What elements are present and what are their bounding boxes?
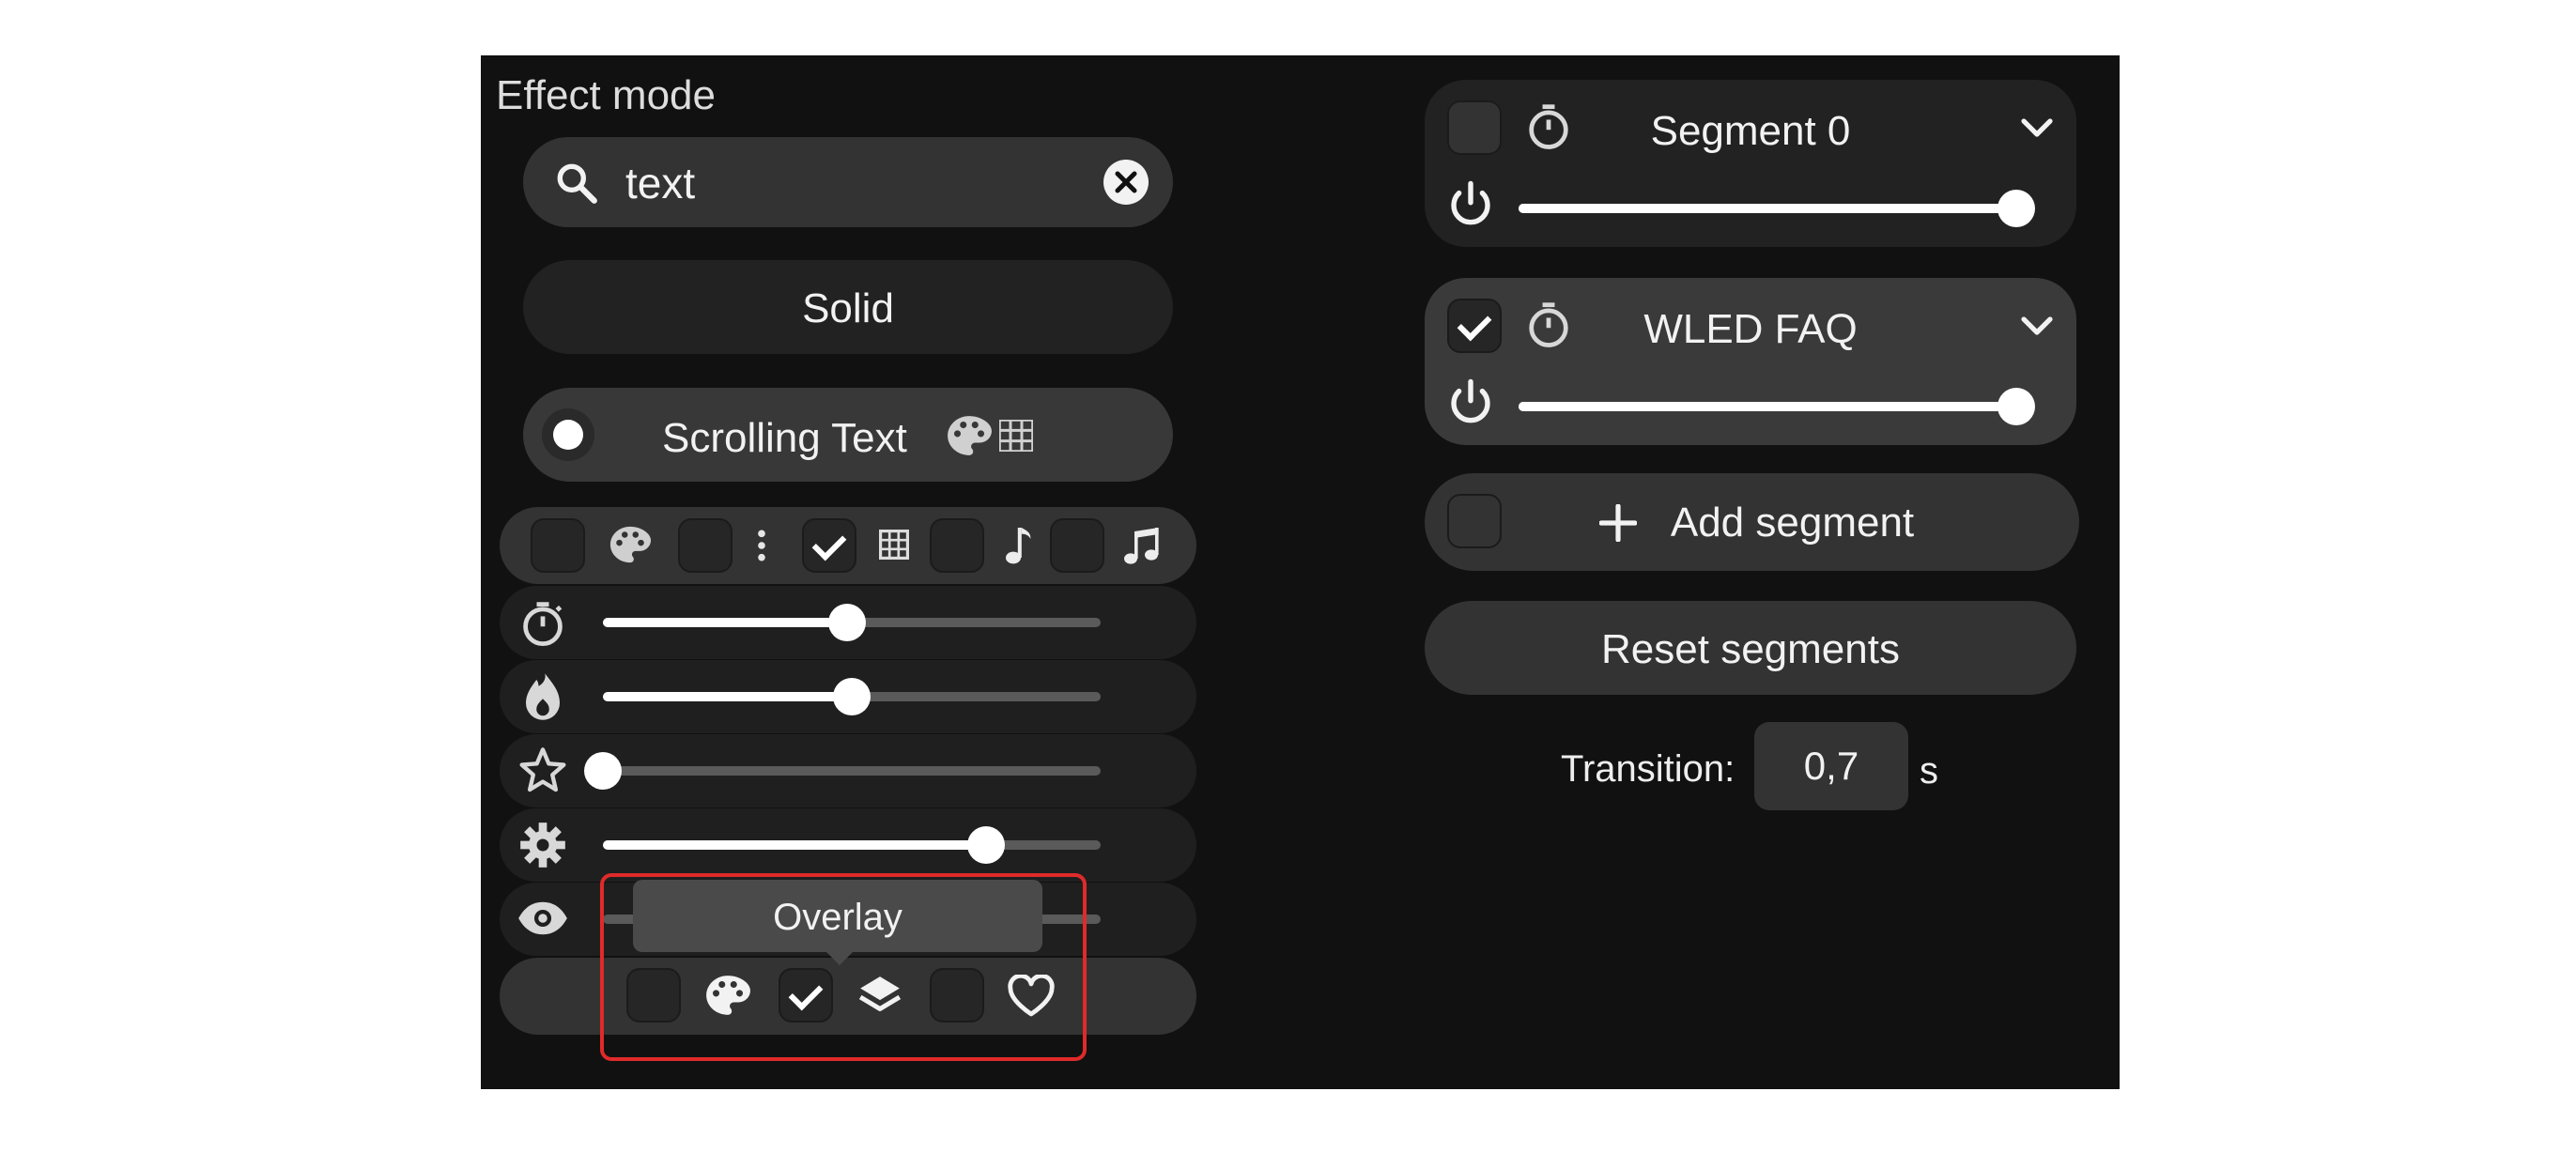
- filter-matrix-checkbox[interactable]: [802, 518, 856, 573]
- power-icon[interactable]: [1445, 179, 1496, 230]
- slider-row-custom-1: [500, 734, 1196, 807]
- matrix-icon: [999, 420, 1033, 452]
- reset-segments-label: Reset segments: [1601, 626, 1900, 672]
- filter-volume-checkbox[interactable]: [930, 518, 984, 573]
- custom-2-slider[interactable]: [603, 826, 1101, 864]
- effect-label: Solid: [802, 285, 894, 331]
- effect-item-scrolling-text[interactable]: Scrolling Text: [523, 388, 1173, 482]
- more-vertical-icon: [755, 528, 768, 563]
- transition-unit: s: [1920, 750, 1938, 792]
- segment-card-1[interactable]: WLED FAQ: [1425, 278, 2076, 445]
- clear-icon[interactable]: [1103, 160, 1149, 205]
- add-segment-label: Add segment: [1425, 500, 2079, 546]
- segment-name: Segment 0: [1650, 108, 1851, 154]
- matrix-icon: [879, 530, 909, 560]
- effect-mode-title: Effect mode: [496, 72, 716, 118]
- transition-value[interactable]: 0,7: [1754, 744, 1908, 789]
- effect-item-solid[interactable]: Solid: [523, 260, 1173, 354]
- music-note-icon: [1004, 526, 1034, 565]
- slider-thumb[interactable]: [967, 826, 1006, 864]
- segment-brightness-slider[interactable]: [1519, 190, 2035, 227]
- effect-label: Scrolling Text: [662, 415, 907, 461]
- slider-thumb[interactable]: [827, 604, 866, 641]
- slider-fill: [603, 840, 987, 850]
- slider-thumb[interactable]: [833, 678, 871, 715]
- slider-row-custom-2: [500, 808, 1196, 882]
- segment-card-0[interactable]: Segment 0: [1425, 80, 2076, 247]
- custom-1-slider[interactable]: [584, 752, 1101, 790]
- add-segment-button[interactable]: Add segment: [1425, 473, 2079, 571]
- chevron-down-icon[interactable]: [2020, 117, 2054, 140]
- filter-frequency-checkbox[interactable]: [1050, 518, 1104, 573]
- power-icon[interactable]: [1445, 377, 1496, 428]
- palette-icon: [609, 524, 652, 565]
- segment-name: WLED FAQ: [1643, 306, 1858, 352]
- plus-icon: [1599, 504, 1637, 542]
- slider-fill: [1519, 402, 2016, 411]
- transition-input[interactable]: 0,7: [1754, 722, 1908, 810]
- slider-fill: [603, 692, 852, 701]
- timer-icon: [518, 599, 567, 648]
- palette-icon: [946, 414, 993, 457]
- effect-filter-row: [500, 507, 1196, 584]
- search-icon: [553, 160, 600, 207]
- music-notes-icon: [1123, 526, 1161, 565]
- effect-search-box[interactable]: text: [523, 137, 1173, 227]
- intensity-slider[interactable]: [603, 678, 1101, 715]
- slider-thumb[interactable]: [584, 752, 622, 790]
- flame-icon: [520, 671, 565, 722]
- chevron-down-icon[interactable]: [2020, 315, 2054, 338]
- search-input[interactable]: text: [625, 158, 695, 208]
- slider-fill: [1519, 204, 2016, 213]
- filter-palette-checkbox[interactable]: [531, 518, 585, 573]
- eye-icon: [517, 898, 569, 939]
- slider-fill: [603, 618, 847, 627]
- effect-radio[interactable]: [542, 408, 594, 461]
- transition-label: Transition:: [1561, 748, 1735, 790]
- slider-thumb[interactable]: [1998, 388, 2035, 425]
- highlight-box: [600, 873, 1087, 1061]
- gear-icon: [518, 821, 567, 869]
- filter-options-checkbox[interactable]: [678, 518, 733, 573]
- speed-slider[interactable]: [603, 604, 1101, 641]
- reset-segments-button[interactable]: Reset segments: [1425, 601, 2076, 695]
- star-icon: [518, 746, 567, 793]
- slider-thumb[interactable]: [1998, 190, 2035, 227]
- slider-row-intensity: [500, 660, 1196, 733]
- segment-brightness-slider[interactable]: [1519, 388, 2035, 425]
- slider-row-speed: [500, 586, 1196, 659]
